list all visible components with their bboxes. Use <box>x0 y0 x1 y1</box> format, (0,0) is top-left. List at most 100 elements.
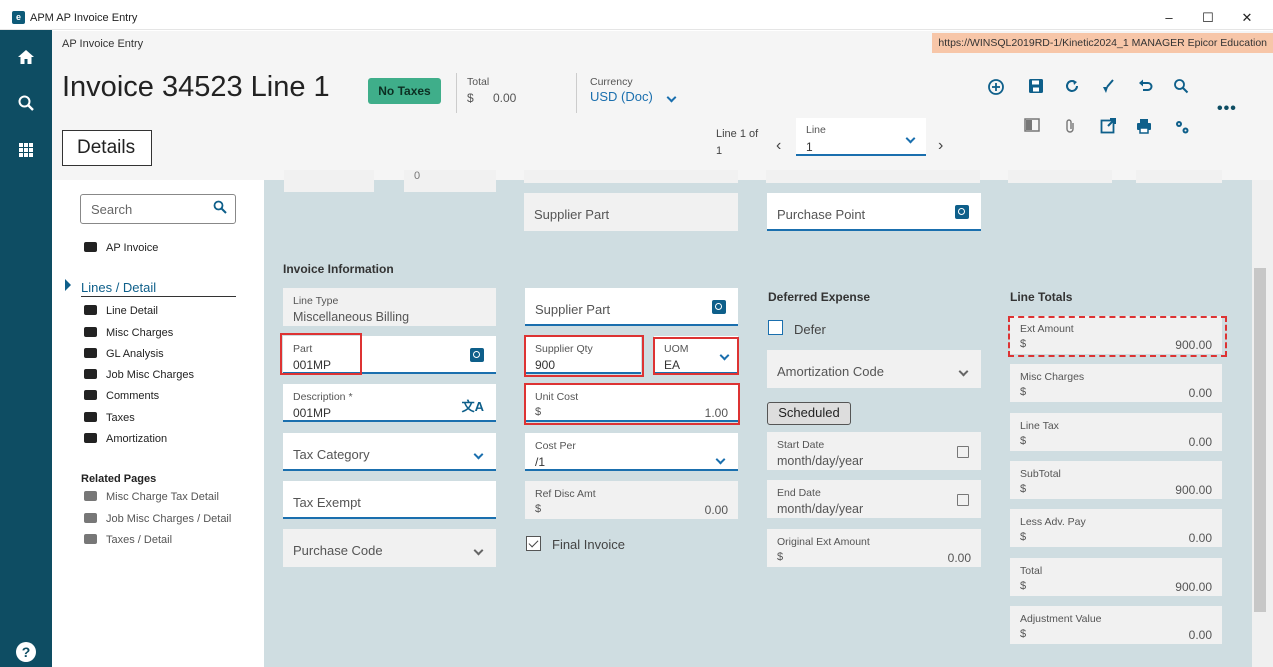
breadcrumb-bar: AP Invoice Entry https://WINSQL2019RD-1/… <box>52 31 1273 55</box>
field-label: Line Tax <box>1020 420 1059 432</box>
nav-item-misc-charges[interactable]: Misc Charges <box>84 327 173 339</box>
open-icon[interactable] <box>1098 118 1118 138</box>
undo-icon[interactable] <box>1135 78 1155 98</box>
defer-checkbox[interactable] <box>768 320 783 335</box>
purchase-point-field[interactable]: Purchase Point <box>767 193 981 231</box>
supplier-part-field-top[interactable]: Supplier Part <box>524 193 738 231</box>
details-button[interactable]: Details <box>62 130 152 166</box>
chevron-down-icon[interactable] <box>958 364 969 378</box>
settings-icon[interactable] <box>1172 118 1192 138</box>
highlight-box <box>524 383 740 425</box>
nav-item-label: Misc Charges <box>106 327 174 339</box>
nav-item-taxes[interactable]: Taxes <box>84 412 135 424</box>
partial-field[interactable] <box>524 170 738 183</box>
calendar-icon[interactable] <box>957 494 969 506</box>
line-select[interactable]: Line 1 <box>796 118 926 156</box>
partial-field[interactable]: 0 <box>404 170 496 192</box>
field-value: 0.00 <box>1188 628 1212 642</box>
refresh-icon[interactable] <box>1062 78 1082 98</box>
search-icon[interactable] <box>213 200 227 217</box>
lookup-icon[interactable] <box>955 205 969 219</box>
scrollbar-thumb[interactable] <box>1254 268 1266 612</box>
scheduled-button[interactable]: Scheduled <box>767 402 851 425</box>
nav-item-job-misc-charges[interactable]: Job Misc Charges <box>84 369 194 381</box>
tax-exempt-field[interactable]: Tax Exempt <box>283 481 496 519</box>
lookup-icon[interactable] <box>712 300 726 314</box>
previous-line-icon[interactable]: ‹ <box>776 137 781 155</box>
description-field[interactable]: Description * 001MP 文A <box>283 384 496 422</box>
cost-per-select[interactable]: Cost Per /1 <box>525 433 738 471</box>
close-button[interactable]: ✕ <box>1235 9 1259 27</box>
page-title: Invoice 34523 Line 1 <box>62 71 330 103</box>
nav-item-comments[interactable]: Comments <box>84 390 159 402</box>
less-adv-pay-field: Less Adv. Pay $ 0.00 <box>1010 509 1222 547</box>
nav-search-input[interactable]: Search <box>80 194 236 224</box>
field-placeholder: Purchase Code <box>293 543 383 558</box>
help-icon[interactable]: ? <box>16 642 36 662</box>
next-line-icon[interactable]: › <box>938 137 943 155</box>
page-icon <box>84 305 97 315</box>
field-label: Start Date <box>777 439 825 451</box>
chevron-down-icon[interactable] <box>473 447 484 461</box>
apps-grid-icon[interactable] <box>14 142 38 166</box>
nav-item-label: Misc Charge Tax Detail <box>106 491 219 503</box>
search-icon[interactable] <box>1171 78 1191 98</box>
total-value: 0.00 <box>493 91 517 105</box>
amortization-code-select[interactable]: Amortization Code <box>767 350 981 388</box>
start-date-field[interactable]: Start Date month/day/year <box>767 432 981 470</box>
maximize-button[interactable]: ☐ <box>1196 9 1220 27</box>
end-date-field[interactable]: End Date month/day/year <box>767 480 981 518</box>
nav-section-lines-detail[interactable]: Lines / Detail <box>81 280 156 295</box>
nav-item-ap-invoice[interactable]: AP Invoice <box>84 242 158 254</box>
add-icon[interactable] <box>986 78 1006 98</box>
purchase-code-select[interactable]: Purchase Code <box>283 529 496 567</box>
nav-related-taxes-detail[interactable]: Taxes / Detail <box>84 534 172 546</box>
chevron-down-icon[interactable] <box>715 452 726 466</box>
nav-item-amortization[interactable]: Amortization <box>84 433 167 445</box>
supplier-part-field[interactable]: Supplier Part <box>525 288 738 326</box>
app-icon: e <box>12 11 25 24</box>
page-icon <box>84 242 97 252</box>
translate-icon[interactable]: 文A <box>462 396 484 415</box>
vertical-scrollbar[interactable] <box>1252 180 1273 667</box>
chevron-down-icon[interactable] <box>473 543 484 557</box>
field-value: 0.00 <box>1188 435 1212 449</box>
partial-field[interactable] <box>1008 170 1112 183</box>
partial-field[interactable] <box>766 170 980 183</box>
save-icon[interactable] <box>1026 78 1046 98</box>
field-currency: $ <box>1020 580 1027 592</box>
field-currency: $ <box>1020 628 1027 640</box>
chevron-down-icon[interactable] <box>666 90 677 104</box>
home-icon[interactable] <box>14 48 38 72</box>
chevron-down-icon[interactable] <box>905 131 916 145</box>
print-icon[interactable] <box>1134 118 1154 138</box>
calendar-icon[interactable] <box>957 446 969 458</box>
field-placeholder: Supplier Part <box>535 302 611 317</box>
nav-item-line-detail[interactable]: Line Detail <box>84 305 158 317</box>
highlight-box <box>524 335 644 377</box>
icon-rail <box>0 30 52 667</box>
search-icon[interactable] <box>14 94 38 118</box>
attachment-icon[interactable] <box>1060 118 1080 138</box>
clear-icon[interactable] <box>1098 78 1118 98</box>
window-title: APM AP Invoice Entry <box>30 12 138 24</box>
left-nav: Search AP Invoice Lines / Detail Line De… <box>62 180 262 667</box>
partial-field[interactable] <box>284 170 374 192</box>
partial-field[interactable] <box>1136 170 1222 183</box>
lookup-icon[interactable] <box>470 348 484 362</box>
nav-related-misc-charge-tax[interactable]: Misc Charge Tax Detail <box>84 491 219 503</box>
nav-item-label: Line Detail <box>106 305 158 317</box>
currency-select[interactable]: USD (Doc) <box>590 89 653 104</box>
minimize-button[interactable]: – <box>1157 9 1181 27</box>
panel-icon[interactable] <box>1022 118 1042 138</box>
final-invoice-checkbox[interactable] <box>526 536 541 551</box>
field-label: Cost Per <box>535 440 576 452</box>
tax-category-select[interactable]: Tax Category <box>283 433 496 471</box>
field-value: 0.00 <box>704 503 728 517</box>
more-options-icon[interactable]: ••• <box>1217 100 1237 118</box>
field-currency: $ <box>535 503 542 515</box>
field-currency: $ <box>1020 483 1027 495</box>
currency-label: Currency <box>590 76 633 88</box>
nav-item-gl-analysis[interactable]: GL Analysis <box>84 348 164 360</box>
nav-related-job-misc-charges[interactable]: Job Misc Charges / Detail <box>84 513 231 525</box>
